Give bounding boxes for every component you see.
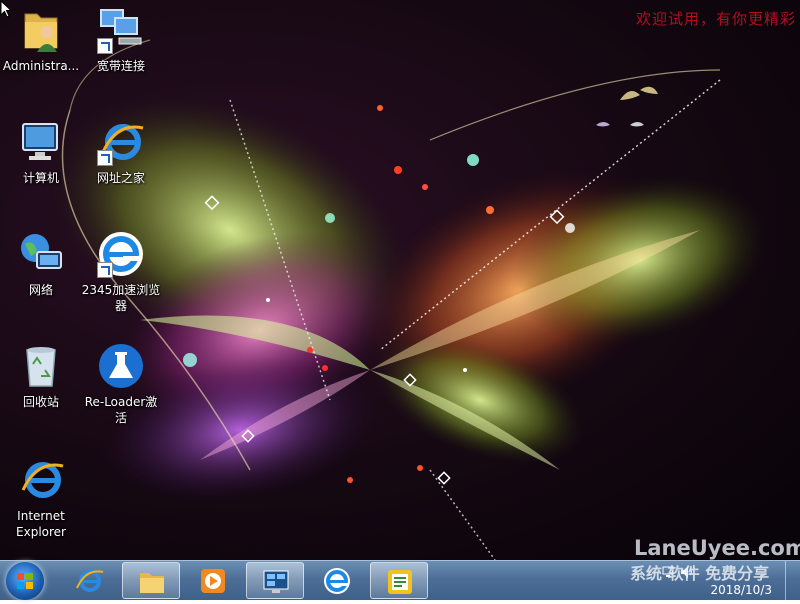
desktop[interactable]: 欢迎试用，有你更精彩 Administra... 宽带连接 计算机 网址之家 网… xyxy=(0,0,800,560)
system-tray: 系统 软件 免费分享 2018/10/3 xyxy=(630,561,800,601)
network-connection-icon xyxy=(97,6,145,54)
flask-icon xyxy=(97,342,145,390)
shortcut-arrow-icon xyxy=(97,150,113,166)
taskbar: 系统 软件 免费分享 2018/10/3 xyxy=(0,560,800,601)
welcome-banner: 欢迎试用，有你更精彩 xyxy=(635,10,796,28)
browser-e-icon xyxy=(97,230,145,278)
watermark-tagline: 系统 软件 免费分享 xyxy=(630,564,770,583)
start-button[interactable] xyxy=(6,562,44,600)
network-globe-icon xyxy=(17,230,65,278)
taskbar-notepad-app-button[interactable] xyxy=(370,562,428,599)
folder-icon xyxy=(140,573,164,593)
windows-logo-icon xyxy=(17,573,33,589)
taskbar-ie-button[interactable] xyxy=(60,562,118,599)
media-player-icon xyxy=(201,569,225,593)
internet-explorer-icon xyxy=(76,570,104,592)
notepad-app-icon xyxy=(388,570,412,594)
desktop-icon-web-home[interactable]: 网址之家 xyxy=(80,118,162,186)
shortcut-arrow-icon xyxy=(97,38,113,54)
desktop-icon-internet-explorer[interactable]: Internet Explorer xyxy=(0,456,82,540)
desktop-icon-label: 宽带连接 xyxy=(96,59,145,73)
taskbar-2345-browser-button[interactable] xyxy=(308,562,366,599)
computer-icon xyxy=(17,118,65,166)
recycle-bin-icon xyxy=(17,342,65,390)
desktop-icon-label: 计算机 xyxy=(22,171,59,185)
desktop-icon-label: Internet Explorer xyxy=(16,509,66,539)
taskbar-media-player-button[interactable] xyxy=(184,562,242,599)
desktop-icon-2345-browser[interactable]: 2345加速浏览器 xyxy=(80,230,162,314)
desktop-icon-label: Re-Loader激活 xyxy=(84,395,158,425)
remote-desktop-icon xyxy=(263,570,289,593)
taskbar-clock[interactable]: 2018/10/3 xyxy=(710,583,772,597)
desktop-icon-label: 2345加速浏览器 xyxy=(81,283,161,313)
desktop-icon-computer[interactable]: 计算机 xyxy=(0,118,82,186)
show-desktop-button[interactable] xyxy=(785,561,800,601)
user-folder-icon xyxy=(17,6,65,54)
desktop-icon-recycle-bin[interactable]: 回收站 xyxy=(0,342,82,410)
desktop-icon-network[interactable]: 网络 xyxy=(0,230,82,298)
desktop-icon-administrator[interactable]: Administra... xyxy=(0,6,82,74)
watermark-site: LaneUyee.com xyxy=(634,536,800,560)
desktop-icon-label: 网址之家 xyxy=(96,171,145,185)
taskbar-remote-desktop-button[interactable] xyxy=(246,562,304,599)
desktop-icon-label: 网络 xyxy=(28,283,53,297)
internet-explorer-icon xyxy=(97,118,145,166)
desktop-icon-reloader[interactable]: Re-Loader激活 xyxy=(80,342,162,426)
shortcut-arrow-icon xyxy=(97,262,113,278)
desktop-icon-label: Administra... xyxy=(2,59,80,73)
internet-explorer-icon xyxy=(17,456,65,504)
desktop-icon-label: 回收站 xyxy=(22,395,59,409)
browser-e-icon xyxy=(324,568,350,594)
taskbar-explorer-button[interactable] xyxy=(122,562,180,599)
desktop-icon-broadband[interactable]: 宽带连接 xyxy=(80,6,162,74)
